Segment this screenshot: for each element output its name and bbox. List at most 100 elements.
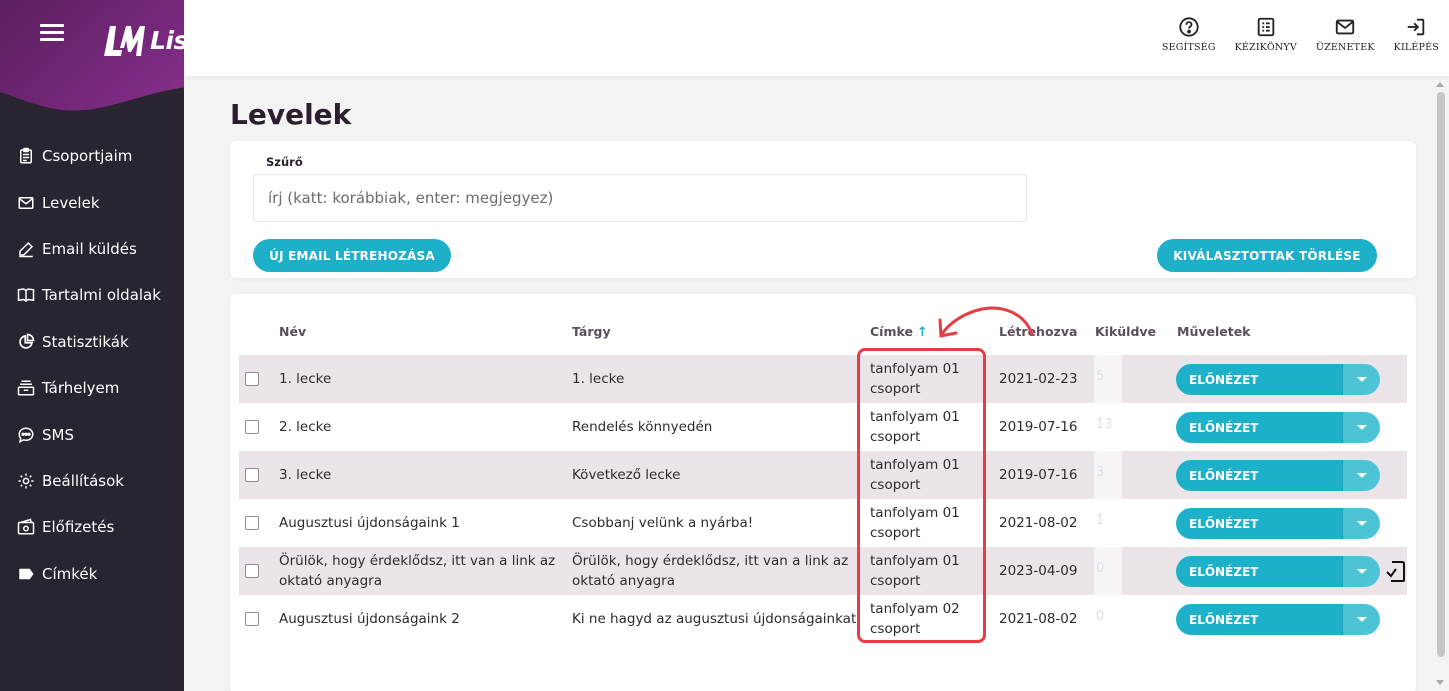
row-checkbox[interactable] bbox=[245, 516, 259, 530]
column-header-sent[interactable]: Kiküldve bbox=[1095, 324, 1156, 339]
scroll-up-icon[interactable] bbox=[1436, 82, 1444, 87]
sidebar-item-label: Levelek bbox=[42, 193, 100, 212]
tag-icon bbox=[16, 564, 36, 584]
column-header-tag[interactable]: Címke ↑ bbox=[870, 324, 928, 340]
sidebar-item-label: Tartalmi oldalak bbox=[42, 286, 161, 305]
pie-chart-icon bbox=[16, 332, 36, 352]
row-checkbox[interactable] bbox=[245, 372, 259, 386]
hamburger-line bbox=[40, 38, 64, 41]
menu-toggle-button[interactable] bbox=[40, 24, 64, 42]
hamburger-line bbox=[40, 31, 64, 34]
preview-dropdown-button[interactable] bbox=[1342, 604, 1380, 635]
row-created: 2021-08-02 bbox=[999, 515, 1078, 531]
preview-dropdown-button[interactable] bbox=[1342, 364, 1380, 395]
app-logo[interactable]: ListaMester bbox=[100, 22, 311, 58]
row-checkbox[interactable] bbox=[245, 564, 259, 578]
row-checkbox[interactable] bbox=[245, 468, 259, 482]
preview-dropdown-button[interactable] bbox=[1342, 556, 1380, 587]
logout-button[interactable]: KILÉPÉS bbox=[1394, 16, 1439, 53]
table-row: 3. lecke Következő lecke tanfolyam 01 cs… bbox=[239, 451, 1407, 499]
preview-dropdown-button[interactable] bbox=[1342, 508, 1380, 539]
table-row: Augusztusi újdonságaink 2 Ki ne hagyd az… bbox=[239, 595, 1407, 643]
row-subject: Ki ne hagyd az augusztusi újdonságainkat bbox=[572, 611, 857, 627]
sidebar-item-statisztikak[interactable]: Statisztikák bbox=[0, 319, 184, 365]
manual-button[interactable]: KÉZIKÖNYV bbox=[1235, 16, 1297, 53]
sidebar-item-cimkek[interactable]: Címkék bbox=[0, 551, 184, 597]
main-content: Levelek Szűrő ÚJ EMAIL LÉTREHOZÁSA KIVÁL… bbox=[184, 76, 1449, 691]
sidebar-item-levelek[interactable]: Levelek bbox=[0, 179, 184, 225]
row-created: 2019-07-16 bbox=[999, 419, 1078, 435]
scroll-thumb[interactable] bbox=[1437, 92, 1445, 657]
filter-label: Szűrő bbox=[266, 155, 303, 169]
sidebar-item-email-kuldes[interactable]: Email küldés bbox=[0, 226, 184, 272]
row-name[interactable]: 1. lecke bbox=[279, 369, 559, 389]
book-icon bbox=[16, 285, 36, 305]
preview-button[interactable]: ELŐNÉZET bbox=[1176, 508, 1342, 539]
sidebar-item-tarhelyem[interactable]: Tárhelyem bbox=[0, 365, 184, 411]
row-name[interactable]: Örülök, hogy érdeklődsz, itt van a link … bbox=[279, 551, 564, 591]
preview-dropdown-button[interactable] bbox=[1342, 412, 1380, 443]
row-checkbox[interactable] bbox=[245, 612, 259, 626]
row-checkbox[interactable] bbox=[245, 420, 259, 434]
row-name[interactable]: 2. lecke bbox=[279, 417, 559, 437]
sidebar-item-sms[interactable]: SMS bbox=[0, 411, 184, 457]
preview-button[interactable]: ELŐNÉZET bbox=[1176, 364, 1342, 395]
row-sent: 3 bbox=[1096, 465, 1105, 480]
new-email-button[interactable]: ÚJ EMAIL LÉTREHOZÁSA bbox=[253, 239, 451, 272]
column-header-name[interactable]: Név bbox=[279, 324, 306, 339]
row-sent-cell: 3 bbox=[1094, 451, 1122, 499]
help-button[interactable]: SEGÍTSÉG bbox=[1162, 16, 1216, 53]
column-header-created[interactable]: Létrehozva bbox=[999, 324, 1077, 339]
manual-label: KÉZIKÖNYV bbox=[1234, 42, 1297, 53]
sidebar-item-label: Csoportjaim bbox=[42, 147, 133, 166]
row-tag: tanfolyam 01 csoport bbox=[870, 361, 960, 397]
clipboard-check-icon[interactable] bbox=[1386, 559, 1406, 583]
row-name[interactable]: 3. lecke bbox=[279, 465, 559, 485]
column-header-actions: Műveletek bbox=[1177, 324, 1251, 339]
row-subject: Örülök, hogy érdeklődsz, itt van a link … bbox=[572, 553, 849, 589]
sidebar-item-elofizetes[interactable]: Előfizetés bbox=[0, 504, 184, 550]
row-sent-cell: 0 bbox=[1094, 595, 1122, 643]
row-name[interactable]: Augusztusi újdonságaink 1 bbox=[279, 513, 559, 533]
logout-label: KILÉPÉS bbox=[1393, 42, 1439, 53]
caret-down-icon bbox=[1356, 425, 1367, 430]
filter-input[interactable] bbox=[253, 174, 1027, 222]
table-row: 2. lecke Rendelés könnyedén tanfolyam 01… bbox=[239, 403, 1407, 451]
sidebar-item-label: Email küldés bbox=[42, 239, 137, 258]
delete-selected-button[interactable]: KIVÁLASZTOTTAK TÖRLÉSE bbox=[1157, 239, 1377, 272]
row-sent-cell: 13 bbox=[1094, 403, 1122, 451]
logout-icon bbox=[1408, 18, 1425, 36]
table-row: Augusztusi újdonságaink 1 Csobbanj velün… bbox=[239, 499, 1407, 547]
row-sent-cell: 1 bbox=[1094, 499, 1122, 547]
row-created: 2021-08-02 bbox=[999, 611, 1078, 627]
preview-dropdown-button[interactable] bbox=[1342, 460, 1380, 491]
storage-icon bbox=[16, 378, 36, 398]
row-created: 2019-07-16 bbox=[999, 467, 1078, 483]
pencil-icon bbox=[16, 239, 36, 259]
column-header-subject[interactable]: Tárgy bbox=[572, 324, 611, 339]
sidebar-item-beallitasok[interactable]: Beállítások bbox=[0, 458, 184, 504]
preview-button[interactable]: ELŐNÉZET bbox=[1176, 460, 1342, 491]
page-scrollbar[interactable] bbox=[1433, 76, 1449, 691]
column-header-tag-label: Címke bbox=[870, 324, 913, 339]
top-actions: SEGÍTSÉG KÉZIKÖNYV ÜZENETEK KILÉPÉS bbox=[1162, 16, 1449, 53]
preview-button[interactable]: ELŐNÉZET bbox=[1176, 556, 1342, 587]
caret-down-icon bbox=[1356, 521, 1367, 526]
emails-table: Név Tárgy Címke ↑ Létrehozva Kiküldve Műv… bbox=[230, 294, 1416, 691]
sidebar-item-tartalmi-oldalak[interactable]: Tartalmi oldalak bbox=[0, 272, 184, 318]
messages-button[interactable]: ÜZENETEK bbox=[1316, 16, 1375, 53]
caret-down-icon bbox=[1356, 377, 1367, 382]
sidebar-item-csoportjaim[interactable]: Csoportjaim bbox=[0, 133, 184, 179]
page-title: Levelek bbox=[230, 98, 352, 131]
sidebar-item-label: SMS bbox=[42, 425, 74, 444]
envelope-icon bbox=[16, 193, 36, 213]
scroll-down-icon[interactable] bbox=[1436, 680, 1444, 685]
sidebar-item-label: Címkék bbox=[42, 564, 98, 583]
row-subject: Csobbanj velünk a nyárba! bbox=[572, 515, 754, 531]
row-tag: tanfolyam 01 csoport bbox=[870, 457, 960, 493]
caret-down-icon bbox=[1356, 617, 1367, 622]
preview-button[interactable]: ELŐNÉZET bbox=[1176, 412, 1342, 443]
preview-button[interactable]: ELŐNÉZET bbox=[1176, 604, 1342, 635]
row-name[interactable]: Augusztusi újdonságaink 2 bbox=[279, 609, 559, 629]
row-subject: Következő lecke bbox=[572, 467, 681, 483]
